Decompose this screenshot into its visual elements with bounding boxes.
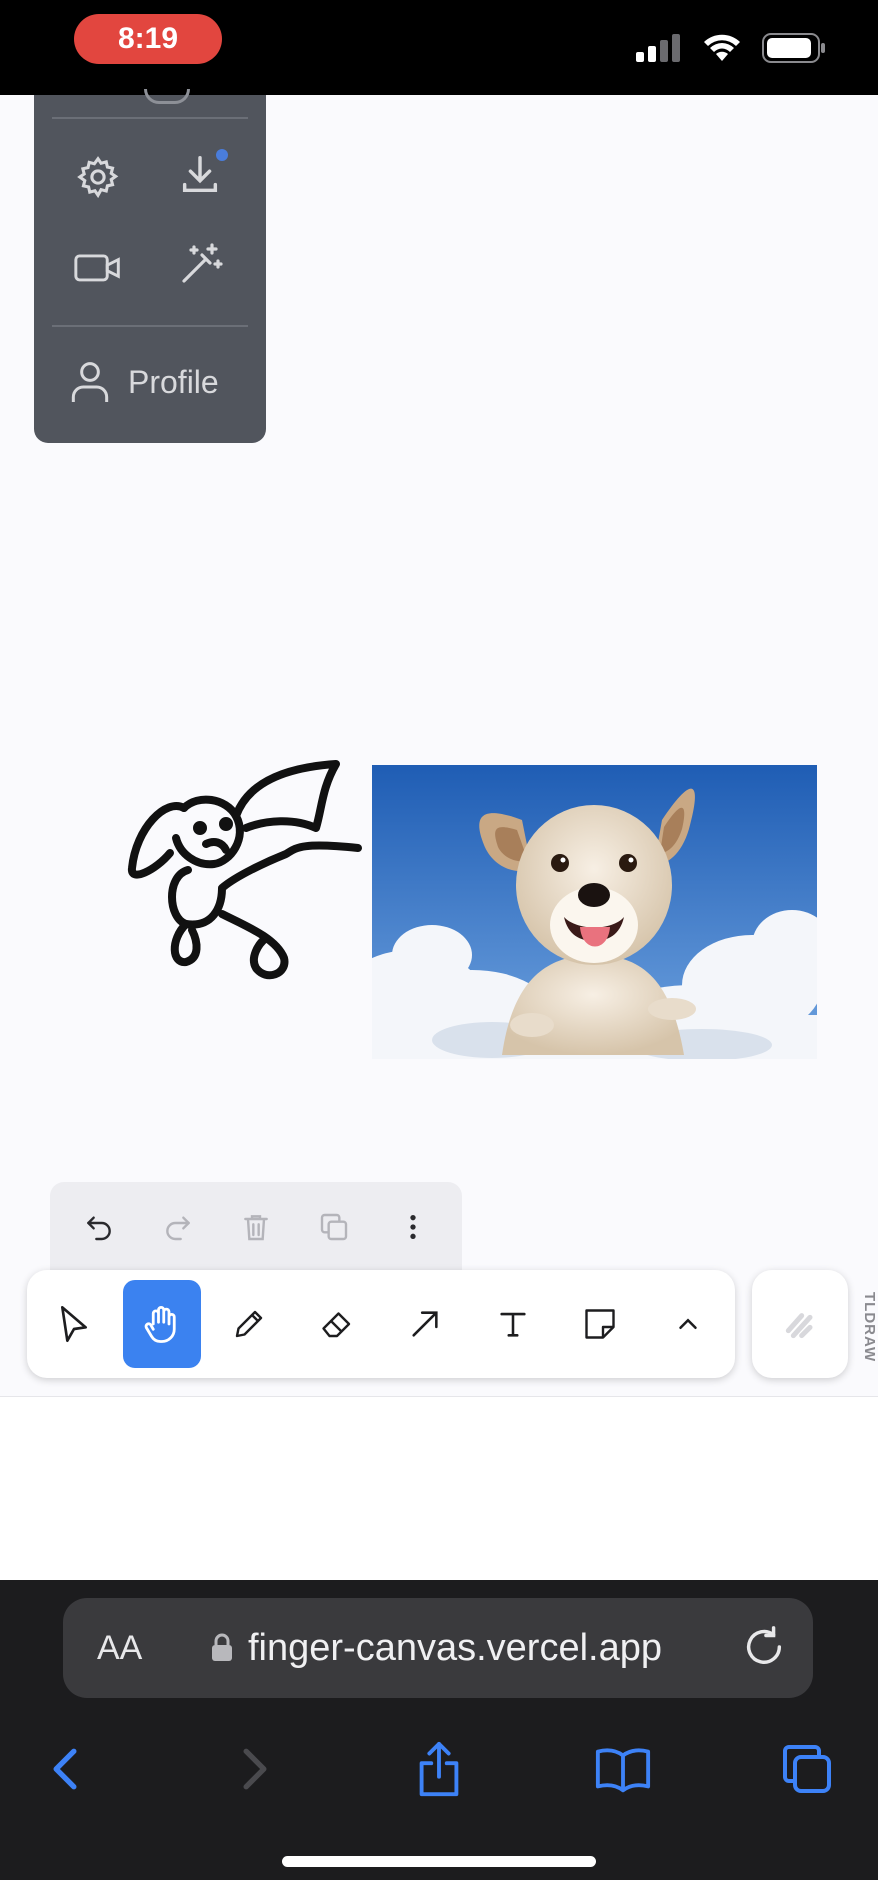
main-menu-panel: Profile — [34, 89, 266, 443]
user-icon — [71, 362, 109, 402]
record-button[interactable] — [70, 239, 126, 295]
forward-button[interactable] — [220, 1728, 290, 1810]
chevron-up-icon — [679, 1318, 697, 1329]
browser-bottom-bar: AA finger-canvas.vercel.app — [0, 1580, 878, 1880]
note-icon — [585, 1309, 616, 1339]
dog-in-clouds-image[interactable] — [372, 765, 817, 1059]
tldraw-watermark[interactable]: TLDRAW — [850, 1292, 878, 1364]
reader-text-size-button[interactable]: AA — [97, 1598, 142, 1698]
notification-dot — [216, 149, 228, 161]
profile-label: Profile — [128, 363, 219, 400]
reload-icon[interactable] — [741, 1624, 787, 1670]
gear-icon — [77, 156, 119, 199]
hand-tool-button[interactable] — [122, 1280, 201, 1368]
hand-icon — [144, 1306, 176, 1343]
magic-wand-icon — [182, 243, 223, 283]
redo-button[interactable] — [148, 1197, 208, 1257]
delete-button[interactable] — [226, 1197, 286, 1257]
ai-magic-button[interactable] — [172, 237, 228, 293]
scribble-style-icon — [785, 1313, 813, 1339]
status-bar: 8:19 — [0, 0, 878, 95]
wifi-icon — [704, 34, 740, 61]
chevron-right-icon — [243, 1748, 267, 1790]
bookmarks-button[interactable] — [588, 1728, 658, 1810]
tabs-icon — [783, 1745, 831, 1793]
browser-nav-row — [0, 1728, 878, 1810]
text-tool-button[interactable] — [474, 1280, 552, 1368]
more-options-button[interactable] — [383, 1197, 443, 1257]
undo-icon — [87, 1216, 111, 1241]
status-time: 8:19 — [74, 14, 222, 64]
redo-icon — [165, 1216, 190, 1241]
share-button[interactable] — [404, 1728, 474, 1810]
eraser-icon — [322, 1312, 351, 1338]
lock-icon — [212, 1633, 232, 1661]
menu-divider — [52, 117, 248, 119]
profile-menu-item[interactable]: Profile — [70, 357, 219, 407]
action-toolbar — [50, 1182, 462, 1272]
eraser-tool-button[interactable] — [298, 1280, 376, 1368]
share-icon — [419, 1741, 459, 1797]
duplicate-button[interactable] — [304, 1197, 364, 1257]
more-vertical-icon — [410, 1215, 416, 1239]
menu-divider — [52, 325, 248, 327]
battery-icon — [762, 33, 825, 63]
cellular-signal-icon — [636, 34, 680, 62]
scrolled-menu-icon — [144, 89, 190, 104]
tool-toolbar — [27, 1270, 735, 1378]
arrow-tool-button[interactable] — [386, 1280, 464, 1368]
chevron-left-icon — [53, 1748, 77, 1790]
trash-icon — [244, 1215, 268, 1241]
more-tools-button[interactable] — [649, 1280, 727, 1368]
dog-doodle-drawing[interactable] — [126, 758, 366, 998]
back-button[interactable] — [30, 1728, 100, 1810]
note-tool-button[interactable] — [562, 1280, 640, 1368]
draw-tool-button[interactable] — [211, 1280, 289, 1368]
select-tool-button[interactable] — [35, 1280, 113, 1368]
duplicate-icon — [321, 1213, 348, 1241]
tabs-button[interactable] — [772, 1728, 842, 1810]
home-indicator — [282, 1856, 596, 1867]
page-bottom-area — [0, 1396, 878, 1581]
settings-button[interactable] — [70, 149, 126, 205]
address-bar[interactable]: AA finger-canvas.vercel.app — [63, 1598, 813, 1698]
video-camera-icon — [74, 254, 120, 282]
text-icon — [500, 1312, 526, 1337]
url-text: finger-canvas.vercel.app — [248, 1627, 662, 1669]
pencil-icon — [236, 1310, 263, 1338]
book-icon — [595, 1748, 651, 1793]
select-cursor-icon — [60, 1306, 87, 1342]
style-panel-button[interactable] — [752, 1270, 848, 1378]
undo-button[interactable] — [69, 1197, 129, 1257]
download-icon — [182, 156, 218, 193]
arrow-icon — [412, 1311, 438, 1337]
